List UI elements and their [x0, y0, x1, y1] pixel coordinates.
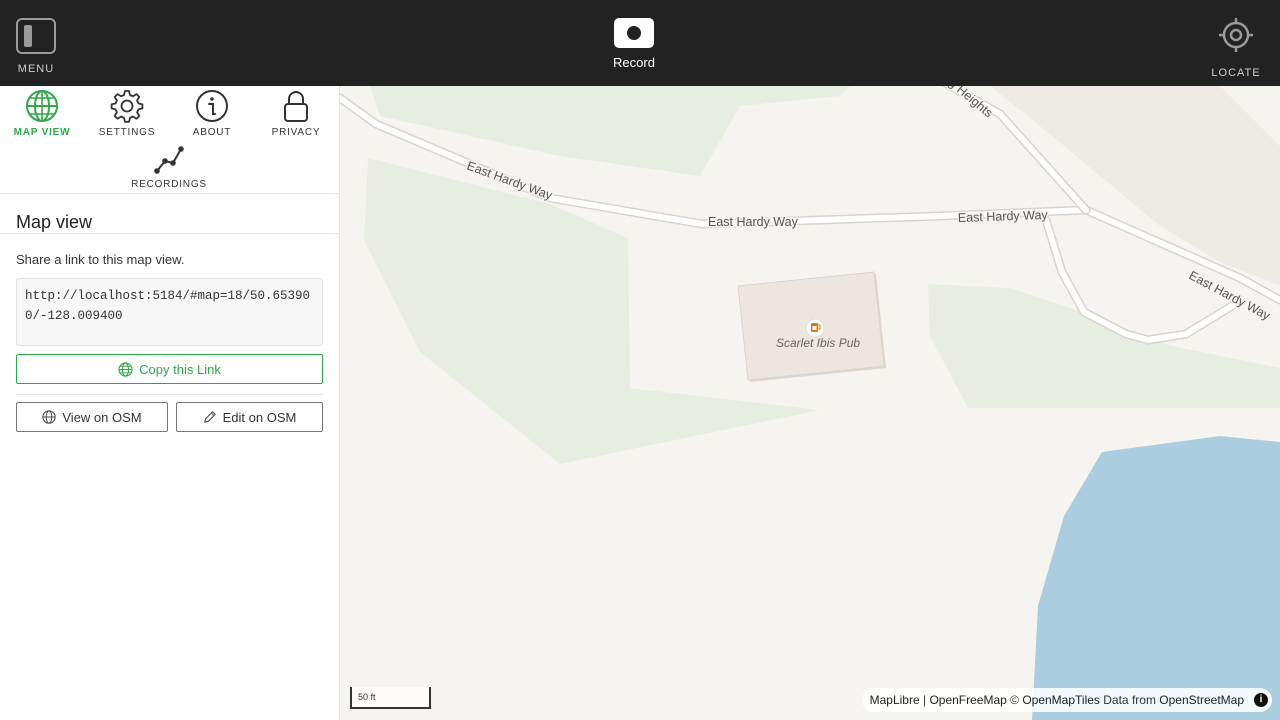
pencil-icon — [203, 411, 216, 423]
openstreetmap-link[interactable]: OpenStreetMap — [1159, 693, 1244, 707]
record-label: Record — [613, 55, 655, 70]
openfreemap-link[interactable]: OpenFreeMap — [929, 693, 1006, 707]
menu-button[interactable]: MENU — [14, 16, 58, 76]
edit-on-osm-button[interactable]: Edit on OSM — [176, 402, 323, 432]
share-link-field[interactable]: http://localhost:5184/#map=18/50.653900/… — [16, 278, 323, 346]
locate-button[interactable]: LOCATE — [1210, 18, 1262, 79]
osm-actions: View on OSM Edit on OSM — [16, 402, 323, 432]
record-button[interactable]: Record — [606, 18, 662, 70]
poi-label: Scarlet Ibis Pub — [776, 336, 860, 350]
tab-label: MAP VIEW — [13, 127, 71, 138]
sidebar-toggle-icon — [16, 18, 56, 54]
top-bar: MENU Record LOCATE — [0, 0, 1280, 86]
tab-settings[interactable]: SETTINGS — [85, 89, 169, 138]
map-tiles: East Hardy Way East Hardy Way East Hardy… — [340, 86, 1280, 720]
record-icon — [614, 18, 654, 48]
panel-title: Map view — [0, 194, 339, 234]
tab-label: ABOUT — [192, 127, 232, 138]
road-label: East Hardy Way — [708, 215, 799, 229]
locate-label: LOCATE — [1211, 67, 1261, 79]
route-icon — [154, 146, 184, 174]
attribution-separator: | — [919, 693, 930, 707]
view-on-osm-button[interactable]: View on OSM — [16, 402, 168, 432]
lock-icon — [284, 91, 308, 122]
copy-link-label: Copy this Link — [139, 361, 221, 377]
tab-label: RECORDINGS — [131, 179, 207, 190]
crosshair-icon — [1219, 18, 1253, 52]
divider — [16, 394, 323, 395]
tab-recordings[interactable]: RECORDINGS — [127, 145, 211, 190]
edit-on-osm-label: Edit on OSM — [222, 409, 297, 425]
data-from-text: Data from — [1099, 693, 1160, 707]
menu-label: MENU — [17, 63, 55, 75]
maplibre-link[interactable]: MapLibre — [870, 693, 920, 707]
tab-label: SETTINGS — [98, 127, 156, 138]
map-attribution: MapLibre | OpenFreeMap © OpenMapTiles Da… — [861, 688, 1272, 712]
openmaptiles-link[interactable]: OpenMapTiles — [1022, 693, 1100, 707]
copyright-symbol: © — [1006, 693, 1023, 707]
scale-bar: 50 ft — [350, 687, 431, 709]
tab-map-view[interactable]: MAP VIEW — [0, 89, 84, 138]
globe-icon — [42, 410, 57, 424]
map-canvas[interactable]: East Hardy Way East Hardy Way East Hardy… — [340, 86, 1280, 720]
gear-icon — [110, 90, 144, 123]
attribution-info-icon[interactable]: i — [1254, 693, 1268, 707]
share-description: Share a link to this map view. — [16, 252, 185, 267]
view-on-osm-label: View on OSM — [62, 409, 142, 425]
info-icon — [196, 90, 228, 122]
tab-privacy[interactable]: PRIVACY — [254, 89, 338, 138]
sidebar-tabs: MAP VIEW SETTINGS ABOUT PRIVACY RECORDIN… — [0, 86, 339, 194]
tab-about[interactable]: ABOUT — [170, 89, 254, 138]
tab-label: PRIVACY — [271, 127, 321, 138]
sidebar: MAP VIEW SETTINGS ABOUT PRIVACY RECORDIN… — [0, 86, 340, 720]
globe-icon — [118, 361, 133, 377]
globe-icon — [26, 90, 58, 122]
copy-link-button[interactable]: Copy this Link — [16, 354, 323, 384]
